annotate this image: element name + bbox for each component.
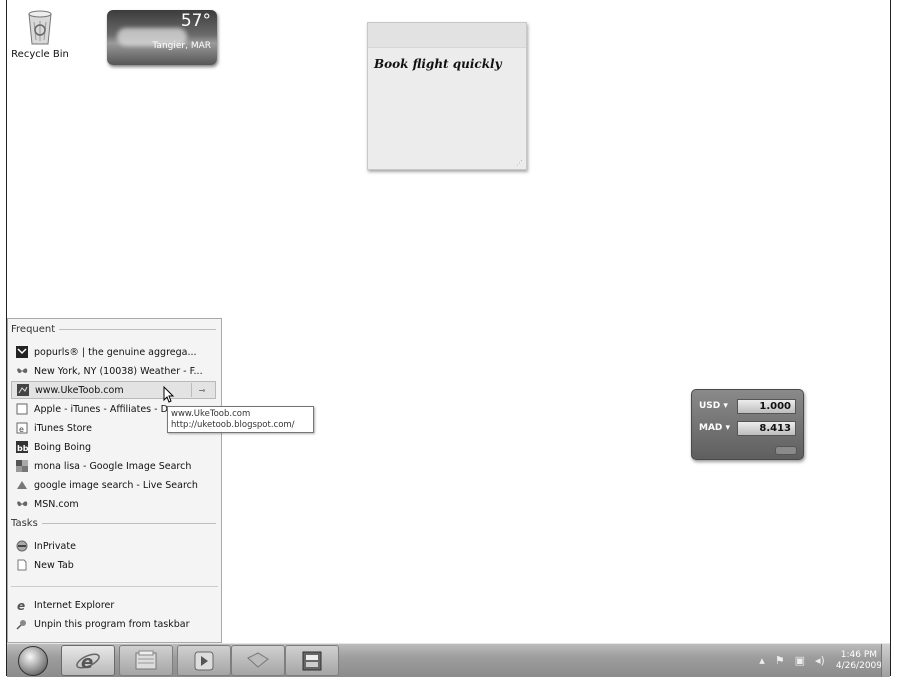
gadget-icon [247,651,269,668]
taskbar-media-player[interactable] [177,645,231,676]
jump-list: Frequent popurls® | the genuine aggrega.… [7,318,222,643]
task-inprivate[interactable]: InPrivate [11,537,216,555]
jump-item-unpin[interactable]: Unpin this program from taskbar [11,615,216,633]
jump-item-label: Apple - iTunes - Affiliates - Do [34,403,174,415]
weather-location: Tangier, MAR [152,41,211,51]
start-button[interactable] [11,644,54,677]
from-value-field[interactable]: 1.000 [737,399,796,414]
jump-item-label: popurls® | the genuine aggrega... [34,346,197,358]
jump-item-label: New York, NY (10038) Weather - F... [34,365,203,377]
to-value-field[interactable]: 8.413 [737,421,796,436]
live-search-icon [16,479,28,491]
to-currency-select[interactable]: MAD ▾ [699,423,730,433]
boingboing-icon: bb [16,441,28,453]
recycle-bin-icon [25,8,55,46]
taskbar-windows-explorer[interactable] [119,645,173,676]
from-currency-select[interactable]: USD ▾ [699,401,728,411]
msn-butterfly-icon [16,498,28,510]
jump-item-mona-lisa[interactable]: mona lisa - Google Image Search [11,457,216,475]
jump-list-divider [11,586,218,587]
jump-item-label: MSN.com [34,498,79,510]
svg-text:bb: bb [17,444,28,453]
action-center-flag-icon[interactable]: ⚑ [775,654,785,667]
pin-icon[interactable]: ⊸ [191,383,212,397]
clock-time: 1:46 PM [840,649,878,660]
sticky-note-header[interactable] [368,23,526,48]
jump-item-uketoob[interactable]: www.UkeToob.com ⊸ [11,381,216,399]
show-hidden-icons-icon[interactable]: ▴ [759,654,765,667]
internet-explorer-icon: e [76,652,100,673]
google-icon [16,460,28,472]
recycle-bin-label: Recycle Bin [11,49,69,60]
taskbar-internet-explorer[interactable]: e [61,645,115,676]
system-tray: ▴ ⚑ ▣ ◂) 1:46 PM 4/26/2009 [754,644,882,677]
recycle-bin[interactable]: Recycle Bin [10,8,70,60]
ie-page-icon: e [16,422,28,434]
jump-item-boing-boing[interactable]: bb Boing Boing [11,438,216,456]
sticky-note-text[interactable]: Book flight quickly [374,57,502,71]
jump-item-internet-explorer[interactable]: e Internet Explorer [11,596,216,614]
link-tooltip: www.UkeToob.com http://uketoob.blogspot.… [167,406,314,433]
from-currency-label: USD [699,401,721,411]
clock-date: 4/26/2009 [835,660,882,671]
jump-item-label: iTunes Store [34,422,92,434]
jump-item-label: Boing Boing [34,441,92,453]
windows-orb-icon [17,645,48,676]
msn-butterfly-icon [16,365,28,377]
task-new-tab[interactable]: New Tab [11,556,216,574]
folder-icon [135,650,157,669]
film-strip-icon [302,651,322,670]
resize-grip-icon[interactable]: ⋰ [516,159,523,167]
weather-temperature: 57° [180,11,211,31]
jump-item-ny-weather[interactable]: New York, NY (10038) Weather - F... [11,362,216,380]
media-player-icon [194,651,214,670]
jump-item-label: Unpin this program from taskbar [34,618,190,630]
jump-item-google-live-search[interactable]: google image search - Live Search [11,476,216,494]
taskbar-gadget[interactable] [231,645,285,676]
network-icon[interactable]: ▣ [795,654,805,667]
svg-text:e: e [19,425,24,434]
jump-item-msn[interactable]: MSN.com [11,495,216,513]
frequent-section-header: Frequent [11,324,216,335]
show-desktop-button[interactable] [881,644,890,677]
weather-gadget[interactable]: 57° Tangier, MAR [107,10,217,65]
tooltip-title: www.UkeToob.com [171,409,251,419]
jump-item-label: Internet Explorer [34,599,115,611]
inprivate-icon [16,540,28,552]
gadget-grip-icon[interactable] [775,446,797,455]
taskbar-film-strip[interactable] [285,645,339,676]
sticky-note[interactable]: Book flight quickly ⋰ [367,22,527,170]
popurls-icon [16,346,28,358]
tooltip-url: http://uketoob.blogspot.com/ [171,420,295,430]
page-icon [16,403,28,415]
jump-item-popurls[interactable]: popurls® | the genuine aggrega... [11,343,216,361]
svg-text:e: e [81,652,93,673]
system-clock[interactable]: 1:46 PM 4/26/2009 [836,650,882,672]
jump-item-label: mona lisa - Google Image Search [34,460,192,472]
jump-item-label: google image search - Live Search [34,479,198,491]
internet-explorer-icon: e [16,599,28,611]
to-currency-label: MAD [699,423,723,433]
tasks-section-header: Tasks [11,518,216,529]
unpin-icon [16,618,28,630]
uketoob-icon [17,384,29,396]
task-label: New Tab [34,559,74,571]
new-tab-icon [16,559,28,571]
currency-gadget[interactable]: USD ▾ 1.000 MAD ▾ 8.413 [691,389,804,460]
volume-icon[interactable]: ◂) [815,654,825,667]
tasks-header-label: Tasks [11,518,38,529]
mouse-cursor-icon [163,385,175,408]
svg-text:e: e [17,599,25,611]
jump-item-label: www.UkeToob.com [35,384,124,396]
taskbar: e ▴ ⚑ ▣ ◂) 1:46 PM 4/26/2009 [7,643,890,677]
task-label: InPrivate [34,540,76,552]
frequent-header-label: Frequent [11,324,56,335]
